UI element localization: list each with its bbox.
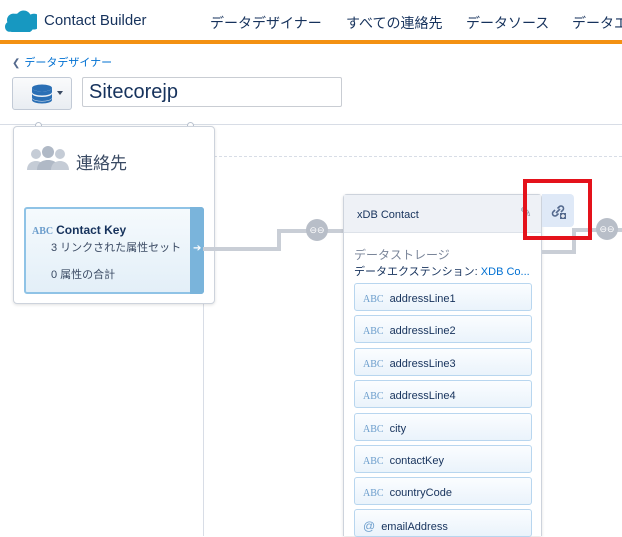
text-type-icon: ABC: [363, 456, 384, 467]
attribute-name: countryCode: [389, 487, 452, 499]
attribute-field[interactable]: ABC countryCode: [354, 477, 532, 505]
attribute-field[interactable]: ABC addressLine3: [354, 348, 532, 376]
data-model-name-input[interactable]: [82, 77, 342, 107]
attribute-field[interactable]: ABC addressLine2: [354, 315, 532, 343]
attribute-name: emailAddress: [381, 521, 448, 533]
text-type-icon: ABC: [363, 359, 384, 370]
canvas-top-divider: [0, 124, 622, 125]
linked-attribute-sets: 3 リンクされた属性セット: [51, 242, 182, 254]
top-bar: Contact Builder データデザイナー すべての連絡先 データソース …: [0, 0, 622, 44]
contacts-card[interactable]: 連絡先 ABC Contact Key 3 リンクされた属性セット 0 属性の合計…: [13, 126, 215, 304]
contact-key-title: ABC Contact Key: [32, 223, 126, 237]
attribute-name: addressLine3: [389, 358, 456, 370]
attribute-field[interactable]: ABC addressLine4: [354, 380, 532, 408]
attribute-field[interactable]: ABC contactKey: [354, 445, 532, 473]
attribute-set-title: xDB Contact: [357, 209, 419, 221]
attribute-name: addressLine2: [389, 325, 456, 337]
data-storage-label: データストレージ: [354, 248, 450, 262]
text-type-icon: ABC: [363, 391, 384, 402]
breadcrumb[interactable]: ❮ データデザイナー: [12, 54, 112, 70]
highlight-box: [523, 179, 592, 240]
data-extension-label: データエクステンション:: [354, 266, 478, 278]
attribute-name: city: [389, 423, 407, 435]
total-attributes: 0 属性の合計: [51, 269, 116, 281]
email-type-icon: @: [363, 519, 376, 533]
relationship-link-icon[interactable]: ⊖⊖: [596, 218, 618, 240]
app-title: Contact Builder: [44, 12, 147, 29]
canvas-guide-line: [214, 156, 622, 157]
arrow-right-icon: ➔: [193, 243, 202, 254]
attribute-name: contactKey: [389, 455, 444, 467]
chevron-down-icon: [57, 91, 63, 95]
relationship-link-icon[interactable]: ⊖⊖: [306, 219, 328, 241]
nav-all-contacts[interactable]: すべての連絡先: [346, 13, 442, 33]
data-extension-link[interactable]: XDB Co...: [481, 266, 530, 278]
data-extension-row: データエクステンション: XDB Co...: [354, 263, 534, 279]
contacts-title: 連絡先: [76, 154, 127, 173]
text-type-icon: ABC: [363, 294, 384, 305]
attribute-field[interactable]: @ emailAddress: [354, 509, 532, 537]
attribute-field[interactable]: ABC city: [354, 413, 532, 441]
text-type-icon: ABC: [32, 226, 54, 237]
nav-data-designer[interactable]: データデザイナー: [210, 13, 322, 33]
people-icon: [27, 146, 69, 170]
database-dropdown-button[interactable]: [12, 77, 72, 110]
attribute-name: addressLine4: [389, 390, 456, 402]
chevron-left-icon: ❮: [12, 58, 21, 69]
text-type-icon: ABC: [363, 326, 384, 337]
attribute-set-header: xDB Contact ✎: [344, 195, 541, 233]
relationship-line: [203, 247, 280, 251]
salesforce-cloud-icon[interactable]: [5, 10, 37, 32]
contact-key-attribute[interactable]: ABC Contact Key 3 リンクされた属性セット 0 属性の合計 ➔: [24, 207, 204, 294]
contact-key-label: Contact Key: [56, 223, 127, 237]
text-type-icon: ABC: [363, 488, 384, 499]
attribute-field[interactable]: ABC addressLine1: [354, 283, 532, 311]
canvas-vertical-guide: [203, 296, 204, 536]
text-type-icon: ABC: [363, 424, 384, 435]
relationship-line: [542, 250, 572, 254]
xdb-contact-attribute-set[interactable]: xDB Contact ✎ データストレージ データエクステンション: XDB …: [343, 194, 542, 537]
contact-key-connector[interactable]: ➔: [190, 207, 204, 294]
breadcrumb-label[interactable]: データデザイナー: [24, 57, 112, 69]
nav-data-extensions[interactable]: データエ: [572, 13, 622, 33]
database-icon: [32, 84, 52, 104]
nav-data-sources[interactable]: データソース: [466, 13, 549, 33]
attribute-name: addressLine1: [389, 293, 456, 305]
